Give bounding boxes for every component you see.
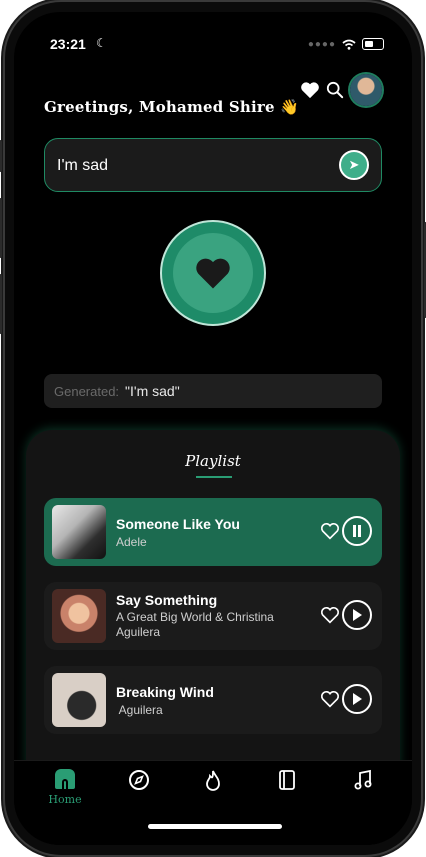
battery-icon [362, 38, 384, 50]
song-artist: Adele [116, 535, 147, 549]
signal-icon: ●●●● [307, 38, 336, 50]
header-actions [300, 74, 382, 106]
compass-icon [129, 770, 149, 790]
side-button [0, 140, 2, 172]
nav-item-library[interactable] [262, 769, 312, 791]
song-artist: A Great Big World & Christina Aguilera [116, 610, 274, 639]
song-row[interactable]: Someone Like You Adele [44, 498, 382, 566]
nav-item-music[interactable] [338, 769, 388, 791]
album-cover [52, 673, 106, 727]
status-time: 23:21 [50, 36, 86, 52]
song-title: Breaking Wind [116, 684, 214, 700]
nav-item-trending[interactable] [188, 769, 238, 793]
play-button[interactable] [342, 684, 372, 714]
app-screen: 23:21 ☾ ●●●● Greetings, Mohamed Shire 👋 … [14, 12, 412, 845]
book-icon [279, 770, 295, 790]
like-heart-icon[interactable] [320, 522, 340, 540]
play-icon [353, 693, 362, 705]
playlist-title-underline [196, 476, 232, 478]
generated-prompt: Generated: "I'm sad" [44, 374, 382, 408]
home-indicator[interactable] [148, 824, 282, 829]
status-icons: ●●●● [308, 38, 384, 50]
playlist-title: Playlist [185, 452, 241, 470]
home-icon [55, 769, 75, 789]
play-button[interactable] [342, 600, 372, 630]
mood-heart-button[interactable] [160, 220, 266, 326]
nav-label-home: Home [48, 793, 82, 806]
album-cover [52, 505, 106, 559]
pause-icon [353, 525, 361, 537]
generated-value: "I'm sad" [125, 383, 180, 399]
favorites-heart-icon[interactable] [300, 81, 320, 99]
side-button [0, 198, 2, 258]
like-heart-icon[interactable] [320, 690, 340, 708]
song-artist: Aguilera [116, 703, 163, 717]
song-row[interactable]: Say Something A Great Big World & Christ… [44, 582, 382, 650]
moon-icon: ☾ [96, 36, 107, 50]
mood-input[interactable] [55, 139, 329, 193]
generated-label: Generated: [54, 383, 120, 399]
album-cover [52, 589, 106, 643]
nav-item-home[interactable]: Home [40, 769, 90, 806]
search-icon[interactable] [326, 81, 344, 99]
send-button[interactable]: ➤ [339, 150, 369, 180]
song-title: Someone Like You [116, 516, 240, 532]
play-icon [353, 609, 362, 621]
mood-heart-inner [173, 233, 253, 313]
flame-icon [206, 770, 220, 791]
song-title: Say Something [116, 592, 218, 608]
pause-button[interactable] [342, 516, 372, 546]
bottom-nav: Home [14, 760, 412, 845]
song-row[interactable]: Breaking Wind Aguilera [44, 666, 382, 734]
mood-input-container: ➤ [44, 138, 382, 193]
send-arrow-icon: ➤ [348, 157, 360, 172]
side-button [0, 274, 2, 334]
like-heart-icon[interactable] [320, 606, 340, 624]
heart-icon [196, 258, 230, 289]
wifi-icon [342, 39, 356, 50]
playlist-panel: Playlist Someone Like You Adele Say Some… [26, 430, 400, 770]
nav-item-explore[interactable] [114, 769, 164, 791]
status-bar: 23:21 ☾ ●●●● [14, 36, 412, 56]
avatar[interactable] [350, 74, 382, 106]
greeting-text: Greetings, Mohamed Shire 👋 [44, 98, 300, 116]
music-note-icon [354, 769, 372, 790]
